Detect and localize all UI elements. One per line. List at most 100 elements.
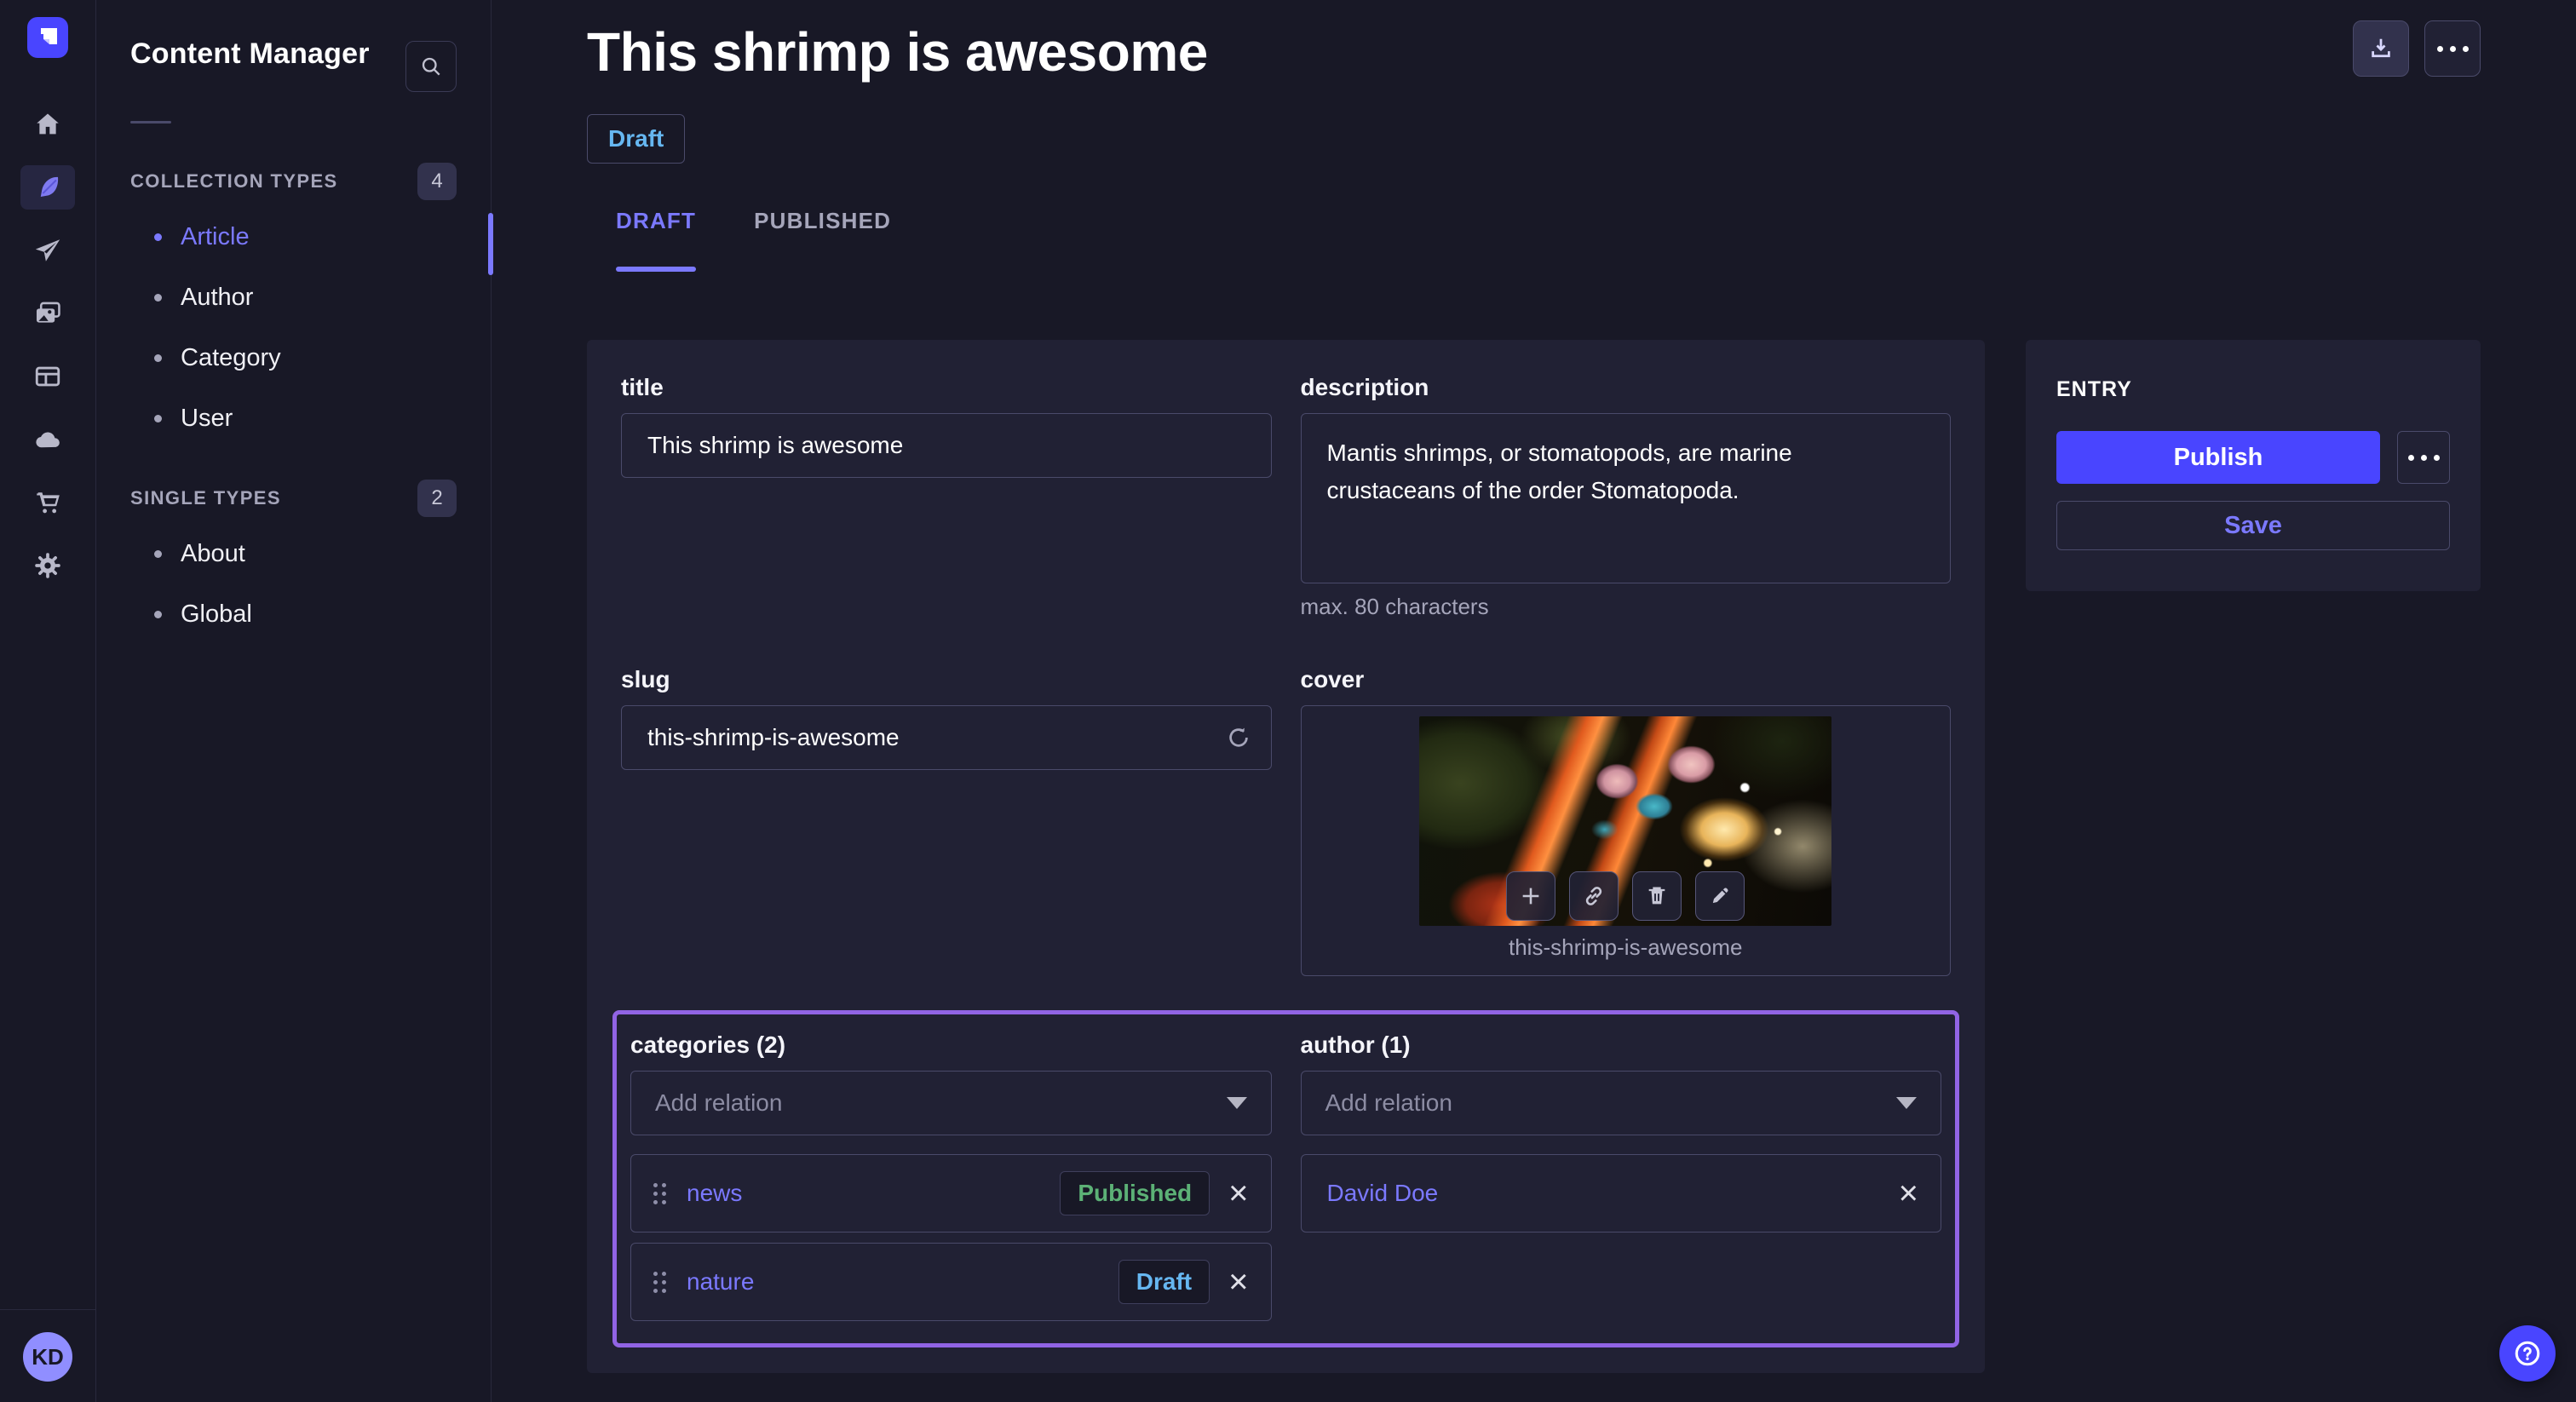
regenerate-slug-button[interactable] [1226,725,1251,750]
remove-relation-button[interactable]: × [1228,1176,1248,1210]
bullet-icon [154,550,162,558]
sidebar-item-user[interactable]: User [130,388,457,449]
bullet-icon [154,415,162,422]
rail-footer: KD [0,1309,95,1402]
more-dots-icon [2408,455,2440,461]
save-button[interactable]: Save [2056,501,2450,550]
layout-icon[interactable] [20,354,75,399]
gear-icon[interactable] [20,543,75,588]
collection-types-count: 4 [417,163,457,200]
plus-icon [1519,884,1543,908]
media-icon[interactable] [20,291,75,336]
home-icon[interactable] [20,102,75,147]
sidebar-divider [130,121,171,124]
main-content: This shrimp is awesome Draft DRAFT PUBLI… [492,0,2576,1402]
slug-input[interactable] [621,705,1272,770]
strapi-app: KD Content Manager COLLECTION TYPES 4 Ar… [0,0,2576,1402]
sidebar-item-about[interactable]: About [130,524,457,584]
field-cover: cover [1301,666,1952,976]
header-actions [2353,20,2481,77]
chevron-down-icon [1227,1097,1247,1109]
export-button[interactable] [2353,20,2409,77]
feather-icon[interactable] [20,165,75,210]
cover-label: cover [1301,666,1952,693]
bullet-icon [154,233,162,241]
relation-link[interactable]: news [687,1180,1060,1207]
rail-nav-items [20,102,75,588]
title-input[interactable] [621,413,1272,478]
description-label: description [1301,374,1952,401]
sidebar-item-author[interactable]: Author [130,267,457,328]
relation-link[interactable]: David Doe [1327,1180,1899,1207]
relation-item-news: news Published × [630,1154,1272,1232]
sidebar-item-article[interactable]: Article [130,207,457,267]
more-dots-icon [2437,46,2469,52]
help-button[interactable] [2499,1325,2556,1382]
delete-asset-button[interactable] [1632,871,1682,921]
remove-relation-button[interactable]: × [1228,1265,1248,1299]
tab-active-underline [616,267,696,272]
remove-relation-button[interactable]: × [1899,1176,1918,1210]
relation-status-badge: Draft [1118,1260,1210,1304]
tab-published[interactable]: PUBLISHED [725,208,920,272]
content-manager-sidebar: Content Manager COLLECTION TYPES 4 Artic… [96,0,492,1402]
add-asset-button[interactable] [1506,871,1555,921]
relation-item-david-doe: David Doe × [1301,1154,1942,1232]
drag-handle-icon[interactable] [653,1272,666,1293]
sidebar-header: Content Manager [130,0,457,92]
pencil-icon [1708,884,1732,908]
version-tabs: DRAFT PUBLISHED [587,208,2481,272]
trash-icon [1645,884,1669,908]
field-description: description Mantis shrimps, or stomatopo… [1301,374,1952,620]
bullet-icon [154,294,162,302]
publish-button[interactable]: Publish [2056,431,2380,484]
description-textarea[interactable]: Mantis shrimps, or stomatopods, are mari… [1301,413,1952,583]
tab-draft[interactable]: DRAFT [587,208,725,272]
single-types-label: SINGLE TYPES [130,487,281,509]
edit-form-panel: title description Mantis shrimps, or sto… [587,340,1985,1373]
cover-asset-card: this-shrimp-is-awesome [1301,705,1952,976]
edit-asset-button[interactable] [1695,871,1745,921]
author-relation-combobox[interactable]: Add relation [1301,1071,1942,1135]
title-label: title [621,374,1272,401]
drag-handle-icon[interactable] [653,1183,666,1204]
question-mark-icon [2513,1339,2542,1368]
field-categories: categories (2) Add relation news Publish… [630,1031,1272,1321]
sidebar-item-global[interactable]: Global [130,584,457,645]
entry-panel: ENTRY Publish Save [2026,340,2481,591]
cart-icon[interactable] [20,480,75,525]
search-icon [419,55,443,78]
copy-link-button[interactable] [1569,871,1619,921]
user-avatar[interactable]: KD [23,1332,72,1382]
send-icon[interactable] [20,228,75,273]
cloud-icon[interactable] [20,417,75,462]
categories-label: categories (2) [630,1031,1272,1059]
field-author: author (1) Add relation David Doe × [1301,1031,1942,1232]
strapi-logo-mark [35,25,60,50]
author-label: author (1) [1301,1031,1942,1059]
entry-more-button[interactable] [2397,431,2450,484]
single-types-count: 2 [417,480,457,517]
entry-panel-title: ENTRY [2056,377,2450,402]
search-button[interactable] [405,41,457,92]
bullet-icon [154,354,162,362]
sidebar-title: Content Manager [130,37,370,71]
relation-item-nature: nature Draft × [630,1243,1272,1321]
cover-actions [1506,871,1745,921]
collection-types-label: COLLECTION TYPES [130,170,338,192]
page-title: This shrimp is awesome [587,20,1208,83]
link-icon [1582,884,1606,908]
relation-link[interactable]: nature [687,1268,1118,1296]
section-single-types: SINGLE TYPES 2 About Global [130,480,457,645]
relation-status-badge: Published [1060,1171,1210,1215]
header-more-button[interactable] [2424,20,2481,77]
download-icon [2368,36,2394,61]
nav-rail: KD [0,0,96,1402]
status-badge: Draft [587,114,685,164]
sidebar-item-category[interactable]: Category [130,328,457,388]
strapi-logo[interactable] [27,17,68,58]
field-slug: slug [621,666,1272,976]
categories-relation-combobox[interactable]: Add relation [630,1071,1272,1135]
description-hint: max. 80 characters [1301,594,1952,620]
slug-label: slug [621,666,1272,693]
